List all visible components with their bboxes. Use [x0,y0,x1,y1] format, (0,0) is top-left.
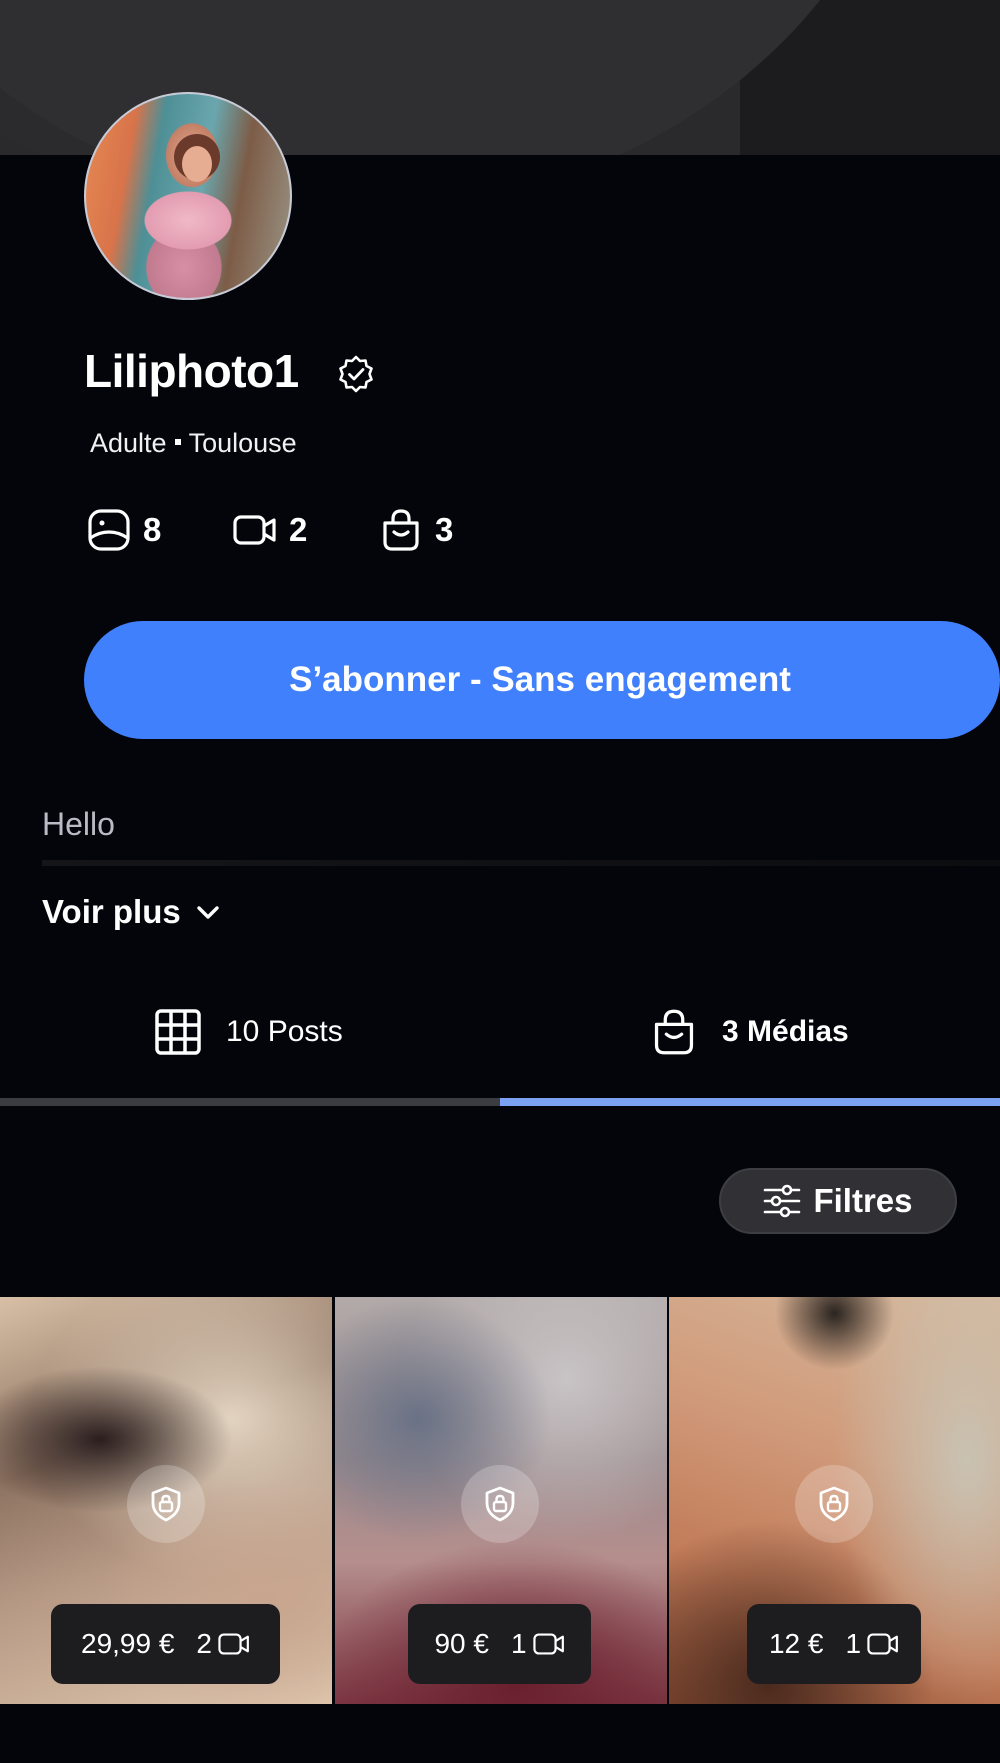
stat-medias: 3 [379,508,453,552]
profile-username: Liliphoto1 [84,345,299,397]
photo-icon [88,509,130,551]
stat-medias-count: 3 [435,511,454,548]
media-tile[interactable]: 90 € 1 [335,1297,667,1704]
stat-photos-count: 8 [143,511,162,548]
tab-posts[interactable]: 10 Posts [154,1002,343,1062]
tab-medias-label: 3 Médias [722,1015,849,1048]
see-more-link[interactable]: Voir plus [42,893,223,931]
video-count: 1 [510,1628,527,1659]
tab-posts-label: 10 Posts [226,1015,343,1048]
stat-videos: 2 [233,508,307,552]
separator-dot [174,439,181,446]
avatar[interactable] [84,92,292,300]
subscribe-button[interactable]: S’abonner - Sans engagement [84,621,1000,739]
stat-photos: 8 [87,508,161,552]
shopping-bag-icon [383,509,419,551]
tab-medias[interactable]: 3 Médias [650,1002,849,1062]
lock-shield-icon [485,1486,515,1522]
price-value: 29,99 € [81,1628,175,1659]
video-count: 2 [196,1628,212,1659]
lock-shield-icon [819,1486,849,1522]
tab-posts-underline [0,1098,500,1106]
filters-label: Filtres [813,1182,913,1219]
profile-category: Adulte [90,428,167,458]
video-camera-icon [233,515,276,545]
tab-medias-underline [500,1098,1000,1106]
grid-icon [155,1009,201,1055]
lock-badge [461,1465,539,1543]
price-value: 12 € [768,1628,824,1659]
price-tag: 29,99 € 2 [51,1604,280,1684]
price-tag: 12 € 1 [747,1604,921,1684]
media-tile[interactable]: 12 € 1 [669,1297,1000,1704]
chevron-down-icon [197,906,219,919]
video-camera-icon [867,1633,898,1655]
sliders-icon [764,1184,801,1218]
price-tag: 90 € 1 [408,1604,591,1684]
lock-shield-icon [151,1486,181,1522]
lock-badge [795,1465,873,1543]
filters-button[interactable]: Filtres [719,1168,957,1234]
profile-location: Toulouse [188,428,297,458]
stat-videos-count: 2 [289,511,308,548]
video-camera-icon [218,1633,249,1655]
verified-badge-icon [339,355,373,393]
see-more-label: Voir plus [42,893,181,930]
lock-badge [127,1465,205,1543]
profile-bio: Hello [42,806,115,842]
shopping-bag-icon [654,1009,694,1055]
price-value: 90 € [434,1628,489,1659]
bio-fade [42,860,1000,866]
video-count: 1 [845,1628,862,1659]
profile-subline: Adulte Toulouse [90,428,297,459]
video-camera-icon [532,1633,564,1655]
media-tile[interactable]: 29,99 € 2 [0,1297,332,1704]
